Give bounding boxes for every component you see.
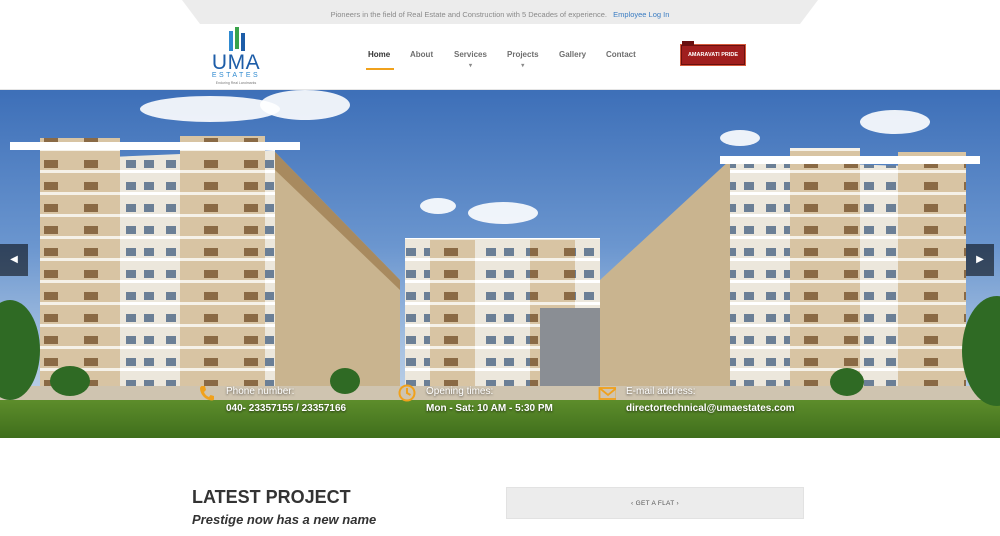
nav-item-projects[interactable]: Projects ▾ bbox=[507, 50, 539, 69]
nav-item-label: Home bbox=[368, 50, 391, 59]
slider-prev-button[interactable]: ◀ bbox=[0, 244, 28, 276]
mail-icon bbox=[598, 387, 616, 400]
nav-item-contact[interactable]: Contact bbox=[606, 50, 636, 60]
nav-item-home[interactable]: Home bbox=[366, 50, 394, 70]
nav-item-label: Services bbox=[454, 50, 487, 59]
slider-next-button[interactable]: ▶ bbox=[966, 244, 994, 276]
top-strip-text: Pioneers in the field of Real Estate and… bbox=[0, 10, 1000, 19]
tree bbox=[830, 368, 864, 396]
logo-sub: ESTATES bbox=[211, 72, 261, 79]
logo-tagline: Enduring Real Landmarks bbox=[215, 81, 257, 85]
clock-icon bbox=[398, 384, 416, 402]
nav-item-label: Gallery bbox=[559, 50, 587, 59]
latest-project-heading: LATEST PROJECT bbox=[192, 487, 351, 507]
amaravati-pride-badge[interactable]: AMARAVATI PRIDE bbox=[681, 41, 745, 65]
email-label: E-mail address: bbox=[626, 386, 696, 397]
logo-mark-icon bbox=[229, 27, 245, 51]
logo-word: UMA bbox=[211, 51, 261, 74]
employee-login-link[interactable]: Employee Log In bbox=[613, 10, 669, 19]
get-a-flat-button[interactable]: ‹ GET A FLAT › bbox=[506, 487, 804, 519]
email-value[interactable]: directortechnical@umaestates.com bbox=[626, 403, 795, 414]
nav-item-services[interactable]: Services ▾ bbox=[454, 50, 487, 69]
tree bbox=[330, 368, 360, 394]
site-header: UMA ESTATES Enduring Real Landmarks Home… bbox=[0, 24, 1000, 90]
logo[interactable]: UMA ESTATES Enduring Real Landmarks bbox=[204, 25, 268, 87]
nav-item-about[interactable]: About bbox=[410, 50, 433, 60]
phone-value[interactable]: 040- 23357155 / 23357166 bbox=[226, 403, 346, 414]
chevron-down-icon: ▾ bbox=[521, 63, 525, 69]
phone-icon bbox=[200, 386, 214, 401]
nav-item-label: Contact bbox=[606, 50, 636, 59]
hero-slider: ◀ ▶ Phone number: 040- 23357155 / 233571… bbox=[0, 90, 1000, 438]
nav-item-label: Projects bbox=[507, 50, 539, 59]
latest-project-subtitle: Prestige now has a new name bbox=[192, 512, 377, 527]
hours-label: Opening times: bbox=[426, 386, 494, 397]
nav-item-label: About bbox=[410, 50, 434, 59]
hours-value: Mon - Sat: 10 AM - 5:30 PM bbox=[426, 403, 553, 414]
chevron-down-icon: ▾ bbox=[468, 63, 472, 69]
nav-item-gallery[interactable]: Gallery bbox=[559, 50, 586, 60]
badge-flag bbox=[682, 41, 694, 46]
active-indicator bbox=[366, 68, 394, 70]
phone-label: Phone number: bbox=[226, 386, 295, 397]
top-strip: Pioneers in the field of Real Estate and… bbox=[0, 0, 1000, 24]
badge-label: AMARAVATI PRIDE bbox=[687, 52, 739, 58]
tagline: Pioneers in the field of Real Estate and… bbox=[330, 10, 608, 19]
tree bbox=[50, 366, 90, 396]
